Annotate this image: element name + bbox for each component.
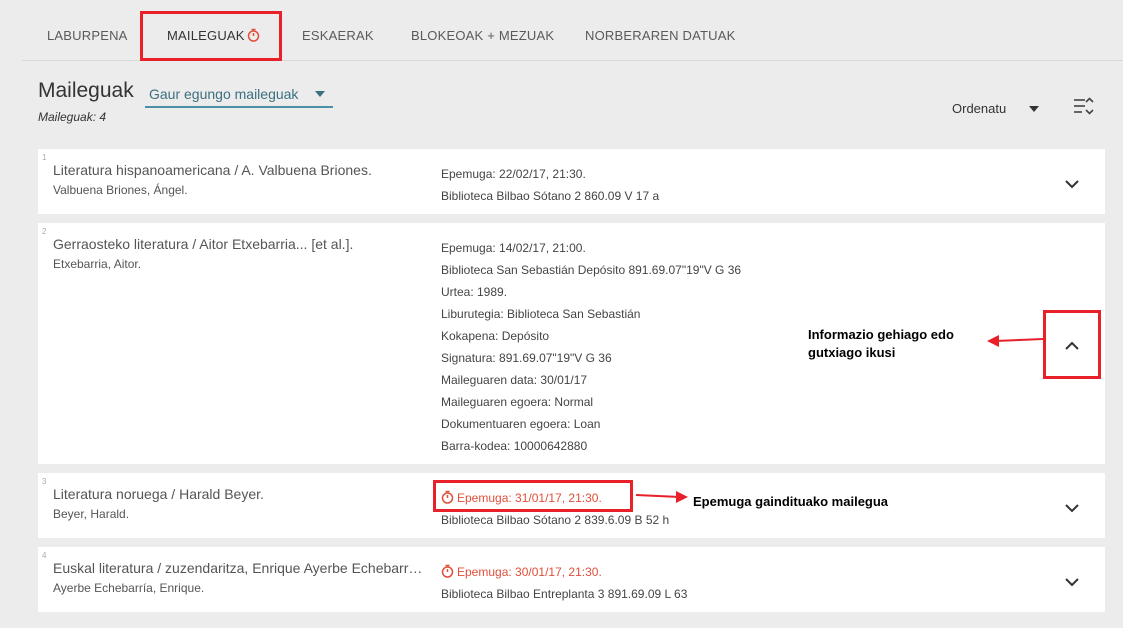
annotation-overdue: Epemuga gaindituako mailegua (693, 494, 889, 509)
loan-date: Maileguaren data: 30/01/17 (441, 373, 588, 387)
tab-label: ESKAERAK (302, 28, 374, 43)
loan-details: Epemuga: 31/01/17, 21:30. Biblioteca Bil… (441, 487, 669, 531)
chevron-down-icon[interactable] (1063, 501, 1081, 515)
loan-card: 1 Literatura hispanoamericana / A. Valbu… (38, 149, 1105, 214)
loan-barcode: Barra-kodea: 10000642880 (441, 439, 588, 453)
stopwatch-icon (441, 490, 457, 505)
loan-signature: Signatura: 891.69.07"19"V G 36 (441, 351, 612, 365)
loan-location: Biblioteca Bilbao Entreplanta 3 891.69.0… (441, 587, 688, 601)
page-title: Maileguak (38, 79, 134, 102)
loan-index: 3 (42, 477, 47, 486)
loan-index: 1 (42, 153, 47, 162)
loan-details: Epemuga: 14/02/17, 21:00. Biblioteca San… (441, 237, 741, 457)
loan-due-date-overdue: Epemuga: 31/01/17, 21:30. (441, 487, 669, 509)
tab-laburpena[interactable]: LABURPENA (47, 0, 128, 61)
loan-status: Maileguaren egoera: Normal (441, 395, 594, 409)
tab-label: LABURPENA (47, 28, 128, 43)
loan-due-date-overdue: Epemuga: 30/01/17, 21:30. (441, 561, 687, 583)
tab-maileguak[interactable]: MAILEGUAK (167, 0, 260, 61)
annotation-more-info: Informazio gehiago edo gutxiago ikusi (808, 326, 954, 362)
document-status: Dokumentuaren egoera: Loan (441, 417, 601, 431)
tab-eskaerak[interactable]: ESKAERAK (302, 0, 374, 61)
tab-label: MAILEGUAK (167, 28, 245, 43)
due-text: Epemuga: 31/01/17, 21:30. (457, 491, 602, 505)
loan-details: Epemuga: 30/01/17, 21:30. Biblioteca Bil… (441, 561, 687, 605)
sort-dropdown[interactable]: Ordenatu (952, 101, 1006, 116)
due-text: Epemuga: 30/01/17, 21:30. (457, 565, 602, 579)
loan-author: Valbuena Briones, Ángel. (53, 183, 188, 197)
loan-year: Urtea: 1989. (441, 285, 508, 299)
tab-blokeoak-mezuak[interactable]: BLOKEOAK + MEZUAK (411, 0, 554, 61)
caret-down-icon[interactable] (1029, 106, 1039, 112)
loan-shelf: Kokapena: Depósito (441, 329, 550, 343)
loan-due-date: Epemuga: 22/02/17, 21:30. (441, 167, 586, 181)
loan-author: Beyer, Harald. (53, 507, 130, 521)
loan-details: Epemuga: 22/02/17, 21:30. Biblioteca Bil… (441, 163, 659, 207)
loan-location: Biblioteca San Sebastián Depósito 891.69… (441, 263, 742, 277)
loan-title[interactable]: Gerraosteko literatura / Aitor Etxebarri… (53, 236, 425, 252)
loan-author: Etxebarria, Aitor. (53, 257, 142, 271)
loan-due-date: Epemuga: 14/02/17, 21:00. (441, 241, 586, 255)
loan-filter-dropdown[interactable]: Gaur egungo maileguak (145, 84, 333, 108)
loan-count: Maileguak: 4 (38, 110, 107, 124)
annotation-line: Informazio gehiago edo (808, 327, 954, 342)
tab-bar: LABURPENA MAILEGUAK ESKAERAK BLOKEOAK + … (22, 0, 1123, 61)
loan-title[interactable]: Literatura noruega / Harald Beyer. (53, 486, 425, 502)
loan-title[interactable]: Euskal literatura / zuzendaritza, Enriqu… (53, 560, 425, 576)
loan-location: Biblioteca Bilbao Sótano 2 839.6.09 B 52… (441, 513, 670, 527)
stopwatch-icon (247, 2, 260, 73)
loan-location: Biblioteca Bilbao Sótano 2 860.09 V 17 a (441, 189, 660, 203)
stopwatch-icon (441, 564, 457, 579)
loan-card: 4 Euskal literatura / zuzendaritza, Enri… (38, 547, 1105, 612)
tab-norberaren-datuak[interactable]: NORBERAREN DATUAK (585, 0, 736, 61)
filter-selected-value: Gaur egungo maileguak (149, 86, 299, 102)
loan-card: 3 Literatura noruega / Harald Beyer. Bey… (38, 473, 1105, 538)
loan-index: 2 (42, 227, 47, 236)
tab-label: BLOKEOAK + MEZUAK (411, 28, 555, 43)
tab-label: NORBERAREN DATUAK (585, 28, 736, 43)
caret-down-icon (315, 91, 325, 97)
chevron-up-icon[interactable] (1063, 339, 1081, 353)
loan-author: Ayerbe Echebarría, Enrique. (53, 581, 205, 595)
loan-title[interactable]: Literatura hispanoamericana / A. Valbuen… (53, 162, 425, 178)
sort-options-icon[interactable] (1073, 97, 1095, 122)
chevron-down-icon[interactable] (1063, 177, 1081, 191)
annotation-line: gutxiago ikusi (808, 345, 896, 360)
loan-index: 4 (42, 551, 47, 560)
loan-library: Liburutegia: Biblioteca San Sebastián (441, 307, 641, 321)
chevron-down-icon[interactable] (1063, 575, 1081, 589)
